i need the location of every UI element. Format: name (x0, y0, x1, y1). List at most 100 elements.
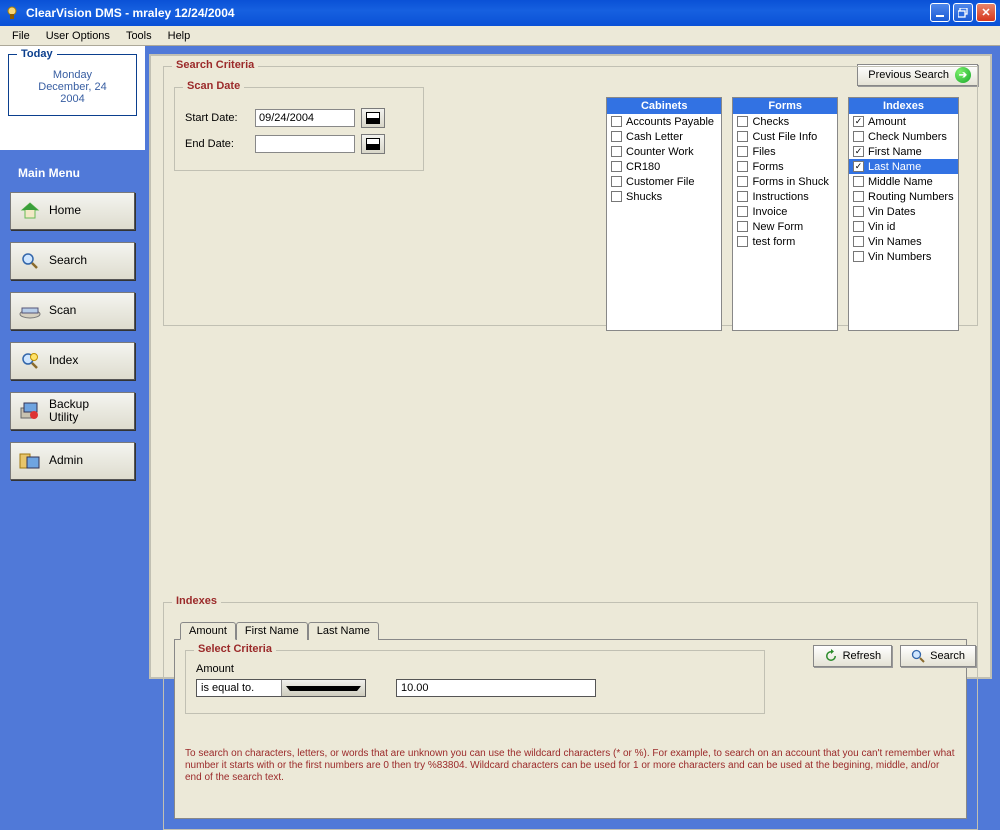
list-item[interactable]: Shucks (607, 189, 721, 204)
checkbox-icon: ✓ (853, 116, 864, 127)
checkbox-icon (737, 206, 748, 217)
close-button[interactable]: ✕ (976, 3, 996, 22)
calendar-icon (366, 138, 380, 150)
list-item[interactable]: ✓ Last Name (849, 159, 958, 174)
menu-scan[interactable]: Scan (10, 292, 135, 330)
list-item[interactable]: Routing Numbers (849, 189, 958, 204)
menu-search[interactable]: Search (10, 242, 135, 280)
criteria-value-input[interactable] (396, 679, 596, 697)
list-item[interactable]: New Form (733, 219, 837, 234)
checkbox-icon (853, 191, 864, 202)
list-item[interactable]: Forms in Shuck (733, 174, 837, 189)
menu-user-options[interactable]: User Options (38, 28, 118, 44)
menu-home[interactable]: Home (10, 192, 135, 230)
list-item-label: Vin Numbers (868, 251, 931, 263)
list-item[interactable]: Cash Letter (607, 129, 721, 144)
list-item[interactable]: Vin Dates (849, 204, 958, 219)
search-criteria-group: Search Criteria Scan Date Start Date: En… (163, 66, 978, 326)
list-item[interactable]: Invoice (733, 204, 837, 219)
end-date-label: End Date: (185, 138, 255, 150)
list-item[interactable]: Vin id (849, 219, 958, 234)
end-date-calendar-button[interactable] (361, 134, 385, 154)
indexes-header: Indexes (849, 98, 958, 114)
checkbox-icon (737, 131, 748, 142)
search-icon (911, 649, 925, 663)
list-item-label: Last Name (868, 161, 921, 173)
today-panel: Today Monday December, 24 2004 (8, 54, 137, 116)
menu-index-label: Index (49, 354, 78, 367)
scan-icon (19, 300, 41, 322)
index-icon (19, 350, 41, 372)
list-item[interactable]: Files (733, 144, 837, 159)
checkbox-icon: ✓ (853, 161, 864, 172)
menu-admin[interactable]: Admin (10, 442, 135, 480)
checkbox-icon (611, 176, 622, 187)
checkbox-icon (853, 236, 864, 247)
calendar-icon (366, 112, 380, 124)
select-criteria-group: Select Criteria Amount is equal to. (185, 650, 765, 714)
search-button[interactable]: Search (900, 645, 976, 667)
backup-icon (19, 400, 41, 422)
start-date-calendar-button[interactable] (361, 108, 385, 128)
end-date-input[interactable] (255, 135, 355, 153)
tab-first-name[interactable]: First Name (236, 622, 308, 640)
list-item[interactable]: Forms (733, 159, 837, 174)
menu-file[interactable]: File (4, 28, 38, 44)
checkbox-icon (737, 236, 748, 247)
refresh-button[interactable]: Refresh (813, 645, 893, 667)
list-item[interactable]: ✓First Name (849, 144, 958, 159)
select-criteria-legend: Select Criteria (194, 643, 276, 655)
menu-help[interactable]: Help (160, 28, 199, 44)
list-item[interactable]: Instructions (733, 189, 837, 204)
list-item[interactable]: test form (733, 234, 837, 249)
list-item-label: Customer File (626, 176, 694, 188)
list-item[interactable]: Customer File (607, 174, 721, 189)
operator-select[interactable]: is equal to. (196, 679, 366, 697)
list-item[interactable]: Accounts Payable (607, 114, 721, 129)
indexes-list[interactable]: Indexes ✓AmountCheck Numbers✓First Name✓… (848, 97, 959, 331)
scan-date-group: Scan Date Start Date: End Date: (174, 87, 424, 171)
list-item[interactable]: Cust File Info (733, 129, 837, 144)
home-icon (19, 200, 41, 222)
menu-index[interactable]: Index (10, 342, 135, 380)
menu-tools[interactable]: Tools (118, 28, 160, 44)
list-item[interactable]: Checks (733, 114, 837, 129)
minimize-button[interactable] (930, 3, 950, 22)
list-item-label: Cash Letter (626, 131, 683, 143)
today-weekday: Monday (17, 69, 128, 81)
list-item-label: New Form (752, 221, 803, 233)
checkbox-icon (737, 191, 748, 202)
criteria-field-label: Amount (196, 663, 754, 675)
list-item[interactable]: Counter Work (607, 144, 721, 159)
tab-amount[interactable]: Amount (180, 622, 236, 640)
today-legend: Today (17, 48, 57, 60)
checkbox-icon (611, 191, 622, 202)
checkbox-icon (853, 176, 864, 187)
restore-button[interactable] (953, 3, 973, 22)
menu-admin-label: Admin (49, 454, 83, 467)
list-item[interactable]: Vin Names (849, 234, 958, 249)
search-criteria-legend: Search Criteria (172, 59, 258, 71)
list-item[interactable]: ✓Amount (849, 114, 958, 129)
menu-backup[interactable]: BackupUtility (10, 392, 135, 430)
checkbox-icon (853, 251, 864, 262)
cabinets-list[interactable]: Cabinets Accounts PayableCash LetterCoun… (606, 97, 722, 331)
list-item[interactable]: CR180 (607, 159, 721, 174)
list-item-label: CR180 (626, 161, 660, 173)
window-title: ClearVision DMS - mraley 12/24/2004 (26, 6, 235, 20)
start-date-label: Start Date: (185, 112, 255, 124)
main-menu-title: Main Menu (18, 166, 135, 180)
list-item-label: First Name (868, 146, 922, 158)
list-item-label: Check Numbers (868, 131, 947, 143)
list-item-label: Accounts Payable (626, 116, 714, 128)
start-date-input[interactable] (255, 109, 355, 127)
forms-list[interactable]: Forms ChecksCust File InfoFilesFormsForm… (732, 97, 838, 331)
chevron-down-icon (281, 680, 366, 696)
list-item-label: Routing Numbers (868, 191, 954, 203)
tab-last-name[interactable]: Last Name (308, 622, 379, 640)
list-item[interactable]: Middle Name (849, 174, 958, 189)
list-item[interactable]: Vin Numbers (849, 249, 958, 264)
checkbox-icon (853, 206, 864, 217)
title-bar: ClearVision DMS - mraley 12/24/2004 ✕ (0, 0, 1000, 26)
list-item[interactable]: Check Numbers (849, 129, 958, 144)
